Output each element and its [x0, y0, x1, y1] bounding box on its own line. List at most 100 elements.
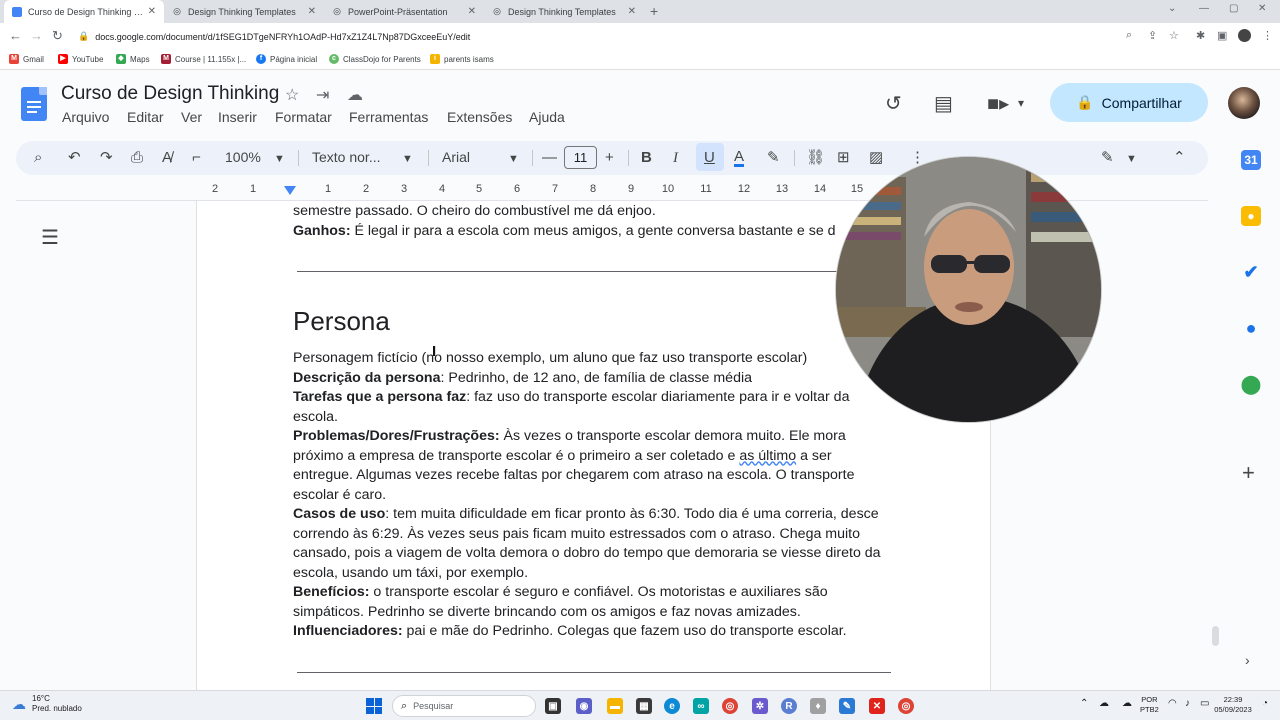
ruler[interactable]: 2 1 1 2 3 4 5 6 7 8 9 10 11 12 13 14 15 [196, 181, 890, 199]
forward-icon[interactable]: → [30, 28, 43, 43]
bookmark-course[interactable]: M Course | 11.155x |... [161, 54, 246, 64]
calendar-icon[interactable]: 31 [1241, 150, 1261, 170]
highlight-icon[interactable]: ✎ [767, 149, 780, 167]
tab-curso-design-thinking[interactable]: Curso de Design Thinking - Docs ✕ [4, 0, 164, 23]
meet-icon[interactable]: ■▸ [987, 91, 1009, 116]
maps-icon[interactable]: ⬤ [1241, 374, 1261, 394]
menu-inserir[interactable]: Inserir [218, 109, 257, 125]
minimize-button[interactable]: — [1199, 3, 1209, 14]
search-menus-icon[interactable]: ⌕ [34, 149, 42, 167]
chevron-down-icon[interactable]: ▼ [508, 150, 519, 168]
close-tab-icon[interactable]: ✕ [628, 6, 636, 17]
close-window-button[interactable]: ✕ [1258, 3, 1266, 14]
chevron-down-icon[interactable]: ▼ [402, 150, 413, 168]
wifi-icon[interactable]: ◠ [1168, 698, 1177, 709]
extensions-icon[interactable]: ✱ [1196, 29, 1205, 42]
star-icon[interactable]: ☆ [285, 85, 299, 105]
tasks-icon[interactable]: ✔ [1241, 262, 1261, 282]
acrobat-icon[interactable]: ✕ [869, 698, 885, 714]
weather-tray-icon[interactable]: ☁ [1099, 698, 1109, 709]
close-tab-icon[interactable]: ✕ [148, 6, 156, 17]
language-indicator[interactable]: POR PTB2 [1140, 695, 1159, 715]
volume-icon[interactable]: ♪ [1185, 698, 1190, 709]
italic-icon[interactable]: I [673, 149, 678, 167]
zoom-select[interactable]: 100% [225, 149, 261, 165]
file-explorer-icon[interactable]: ▬ [607, 698, 623, 714]
chevron-down-icon[interactable]: ⌄ [1168, 3, 1176, 14]
menu-extensoes[interactable]: Extensões [447, 109, 512, 125]
notification-icon[interactable]: ◔ [1262, 698, 1268, 709]
keep-icon[interactable]: ● [1241, 206, 1261, 226]
menu-ver[interactable]: Ver [181, 109, 202, 125]
taskbar-search[interactable]: ⌕ Pesquisar [392, 695, 536, 717]
menu-ferramentas[interactable]: Ferramentas [349, 109, 428, 125]
store-icon[interactable]: ▦ [636, 698, 652, 714]
text-color-icon[interactable]: A [734, 149, 745, 167]
chrome-icon[interactable]: ◎ [722, 698, 738, 714]
editing-mode-icon[interactable]: ✎ [1101, 149, 1114, 167]
windows-start-icon[interactable] [366, 698, 382, 714]
app-icon[interactable]: ∞ [693, 698, 709, 714]
clock[interactable]: 22:39 05/09/2023 [1210, 695, 1256, 715]
cloud-status-icon[interactable]: ☁ [347, 85, 363, 105]
document-outline-icon[interactable]: ☰ [41, 225, 59, 250]
battery-icon[interactable]: ▭ [1200, 698, 1209, 709]
bookmark-maps[interactable]: ◆ Maps [116, 54, 150, 64]
bookmark-parents-isams[interactable]: i parents isams [430, 54, 494, 64]
move-folder-icon[interactable]: ⇥ [316, 85, 329, 105]
close-tab-icon[interactable]: ✕ [308, 6, 316, 17]
edge-icon[interactable]: e [664, 698, 680, 714]
chevron-down-icon[interactable]: ▼ [274, 150, 285, 168]
comments-icon[interactable]: ▤ [934, 91, 953, 116]
settings-icon[interactable]: ✲ [752, 698, 768, 714]
chrome-icon[interactable]: ◎ [898, 698, 914, 714]
tab-powerpoint[interactable]: ◎ PowerPoint-Präsentation ✕ [324, 0, 484, 23]
paint-format-icon[interactable]: ⌐ [192, 149, 201, 167]
side-panel-icon[interactable]: ▣ [1217, 29, 1227, 42]
font-size-input[interactable]: 11 [564, 146, 597, 169]
scrollbar-thumb[interactable] [1212, 626, 1219, 646]
spelling-suggestion[interactable]: as último [739, 448, 796, 464]
onedrive-icon[interactable]: ☁ [1122, 698, 1132, 709]
back-icon[interactable]: ← [9, 28, 22, 43]
menu-arquivo[interactable]: Arquivo [62, 109, 109, 125]
chevron-up-icon[interactable]: ⌃ [1080, 698, 1088, 709]
menu-formatar[interactable]: Formatar [275, 109, 332, 125]
chevron-down-icon[interactable]: ▾ [1018, 96, 1024, 110]
zoom-icon[interactable]: ⌕ [1126, 29, 1132, 42]
bookmark-gmail[interactable]: M Gmail [9, 54, 44, 64]
address-bar[interactable]: 🔒 docs.google.com/document/d/1fSEG1DTgeN… [78, 27, 1118, 46]
insert-image-icon[interactable]: ▨ [869, 149, 883, 167]
tab-design-thinking-templates[interactable]: ◎ Design Thinking Templates ✕ [164, 0, 324, 23]
avatar[interactable] [1228, 87, 1260, 119]
share-button[interactable]: 🔒 Compartilhar [1050, 83, 1208, 122]
link-icon[interactable]: ⛓ [806, 149, 825, 167]
add-comment-icon[interactable]: ⊞ [837, 149, 850, 167]
get-addons-icon[interactable]: + [1242, 460, 1255, 486]
maximize-button[interactable]: ▢ [1229, 3, 1238, 14]
print-icon[interactable]: ⎙ [131, 149, 143, 167]
spellcheck-icon[interactable]: A̸ [162, 149, 172, 167]
bookmark-youtube[interactable]: ▶ YouTube [58, 54, 103, 64]
version-history-icon[interactable]: ↺ [885, 91, 902, 116]
font-select[interactable]: Arial [442, 149, 470, 165]
redo-icon[interactable]: ↷ [100, 149, 113, 167]
underline-icon[interactable]: U [704, 149, 715, 167]
chevron-right-icon[interactable]: › [1245, 652, 1250, 668]
tab-design-thinking-templates-2[interactable]: ◎ Design Thinking Templates ✕ [484, 0, 644, 23]
decrease-font-icon[interactable]: — [542, 149, 557, 167]
share-page-icon[interactable]: ⇪ [1148, 29, 1157, 42]
app-icon[interactable]: ✎ [839, 698, 855, 714]
new-tab-button[interactable]: + [650, 3, 658, 19]
menu-ajuda[interactable]: Ajuda [529, 109, 565, 125]
close-tab-icon[interactable]: ✕ [468, 6, 476, 17]
chevron-down-icon[interactable]: ▼ [1126, 150, 1137, 168]
weather-widget[interactable]: ☁ 16°C Pred. nublado [12, 694, 82, 714]
document-title[interactable]: Curso de Design Thinking [61, 83, 279, 105]
app-icon[interactable]: ♦ [810, 698, 826, 714]
contacts-icon[interactable]: ● [1241, 318, 1261, 338]
reload-icon[interactable]: ↻ [52, 28, 63, 44]
style-select[interactable]: Texto nor... [312, 149, 380, 165]
increase-font-icon[interactable]: + [605, 149, 614, 167]
chat-icon[interactable]: ◉ [576, 698, 592, 714]
